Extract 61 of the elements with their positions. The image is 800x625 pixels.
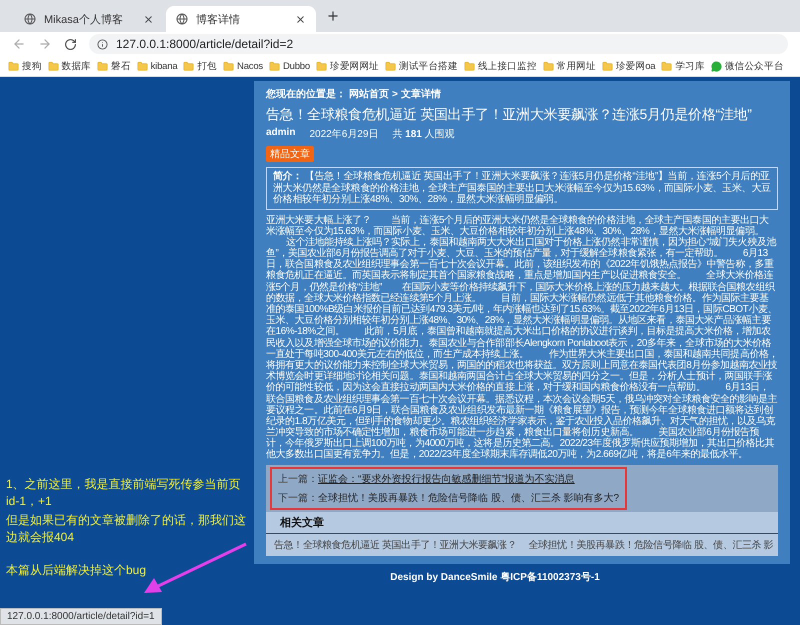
folder-icon [542, 60, 554, 72]
publish-date: 2022年6月29日 [309, 128, 378, 141]
status-bar: 127.0.0.1:8000/article/detail?id=1 [0, 608, 162, 625]
bookmark[interactable]: 学习库 [661, 60, 705, 72]
annotation-text: 本篇从后端解决掉这个bug [6, 562, 148, 579]
bookmark[interactable]: 常用网址 [542, 60, 596, 72]
article-summary: 简介： 【告急！全球粮食危机逼近 英国出手了！亚洲大米要飙涨？连涨5月仍是价格“洼地”】当前，连涨5个月后的亚洲大米仍然是全球粮食的价格洼地，全球主产国泰国的主要出口大米涨幅至今仅为15.63%，而国际小麦、玉米、大豆价格相较年初分别上涨48%、30%、28%，显然大米涨幅明显偏弱。 [266, 167, 778, 210]
bookmark[interactable]: 打包 [183, 60, 218, 72]
related-heading: 相关文章 [266, 512, 778, 534]
close-icon[interactable] [295, 14, 306, 24]
author-name: admin [266, 127, 296, 140]
article-link[interactable]: 证监会：“要求外资投行报告向敏感删细节”报道为不实消息 [318, 472, 575, 486]
bookmark[interactable]: 磐石 [97, 60, 131, 72]
breadcrumb-separator: > [392, 88, 398, 100]
nav-label: 上一篇： [278, 472, 318, 486]
bookmark[interactable]: Dubbo [268, 60, 310, 72]
info-icon [97, 38, 108, 50]
bookmark[interactable]: 线上接口监控 [464, 60, 537, 72]
related-link[interactable]: 全球担忧！美股再暴跌！危险信号降临 股、债、汇三杀 影 [528, 538, 774, 552]
globe-icon [24, 13, 36, 25]
folder-icon [661, 60, 672, 72]
bookmark[interactable]: 珍爱网oa [602, 60, 656, 72]
bookmark[interactable]: kibana [136, 60, 178, 72]
article-tag: 精品文章 [266, 146, 314, 162]
globe-icon [176, 13, 188, 25]
folder-icon [602, 60, 613, 72]
breadcrumb-link[interactable]: 文章详情 [400, 87, 441, 101]
view-count: 共 181 人围观 [392, 128, 455, 141]
folder-icon [464, 60, 475, 72]
article-link[interactable]: 全球担忧！美股再暴跌！危险信号降临 股、债、汇三杀 影响有多大? [318, 490, 620, 505]
folder-icon [97, 60, 108, 72]
bookmark[interactable]: 微信公众平台 [710, 60, 784, 72]
bookmark[interactable]: 搜狗 [8, 60, 42, 72]
folder-icon [223, 60, 234, 72]
article-body: 亚洲大米要大幅上涨了？ 当前，连涨5个月后的亚洲大米仍然是全球粮食的价格洼地，全球主产国泰国的主要出口大米涨幅至今仅为15.63%，而国际小麦、玉米、大豆价格相较年初分别上涨48%、30%、28%，显然大米涨幅明显偏弱。 这个洼地能持续上涨吗？实际上，泰国和越南两大大米出口国对于价格上涨仍然非常谨慎，因为担心“城门失火殃及池鱼”，美国农业部6月份报告调高了对于小麦、大豆、玉米的预估产量，对于缓解全球粮食紧张，有一定帮助。 6月13日，联合国粮食及农业组织理事会第一百七十次会议开幕。此前，该组织发布的《2022年饥饿热点报告》中警告称，多重粮食危机正在逼近。而英国表示将制定其首个国家粮食战略，重点是增加国内生产以促进粮食安全。 全球大米价格连涨5个月，仍然是价格“洼地” 在国际小麦等价格持续飙升下，国际大米价格上涨的压力越来越大。根据联合国粮农组织的数据，全球大米价格指数已经连续第5个月上涨。 目前，国际大米涨幅仍然远低于其他粮食价格。作为国际主要基准的泰国100%B级白米报价目前已达到479.3美元/吨，年内涨幅也达到了15.63%。截至2022年6月13日，国际CBOT小麦、玉米、大豆价格分别相较年初分别上涨48%、30%、28%，显然大米涨幅明显偏弱。从地区来看，泰国大米产品涨幅主要在16%-18%之间。 此前，5月底，泰国曾和越南就提高大米出口价格的协议进行谈判，目标是提高大米价格，增加农民收入以及增强全球市场的议价能力。泰国农业与合作部部长Alengkorn Ponlaboot表示，20多年来，全球市场的大米价格一直处于每吨300-400美元左右的低位，而生产成本持续上涨。 作为世界大米主要出口国，泰国和越南共同提高价格，将拥有更大的议价能力来控制全球大米贸易，两国的的稻农也将获益。双方原则上同意在泰国代表团8月份参加越南农业技术博览会时更详细地讨论相关问题。泰国和越南两国合计占全球大米贸易的四分之一。但是，分析人士预计，两国联手涨价的可能性较低，因为这会直接拉动两国内大米价格的直接上涨，对于缓和国内粮食价格没有一点帮助。 6月13日，联合国粮食及农业组织理事会第一百七十次会议开幕。据悉议程，本次会议会期5天，俄乌冲突对全球粮食安全的影响是主要议程之一。此前在6月9日，联合国粮食及农业组织发布最新一期《粮食展望》报告，预测今年全球粮食进口额将达到创纪录的1.8万亿美元，但到手的食物却更少。粮农组织经济学家表示，鉴于农业投入品价格飙升、对天气的担忧，以及乌克兰冲突导致的市场不确定性增加，粮食市场可能进一步趋紧，粮食出口量将创历史新高。 美国农业部6月份报告预计，今年俄罗斯出口上调100万吨，为4000万吨，这将是历史第二高。2022/23年度俄罗斯供应预期增加，其出口价格比其他大多数出口国更有竞争力。但是，2022/23年度全球期末库存调低20万吨，为2.669亿吨，将是6年来的最低水平。 [266, 214, 778, 461]
related-link[interactable]: 告急！全球粮食危机逼近 英国出手了！亚洲大米要飙涨？ [274, 538, 516, 552]
plus-icon [326, 9, 340, 23]
browser-tab[interactable]: 博客详情 [166, 6, 316, 32]
bookmark[interactable]: 数据库 [48, 60, 92, 72]
annotation-text: 1、之前这里，我是直接前端写死传参当前页id-1，+1 [6, 476, 242, 510]
nav-label: 下一篇： [278, 492, 318, 505]
folder-icon [384, 60, 396, 72]
breadcrumb-link[interactable]: 网站首页 [349, 87, 389, 101]
chat-icon [710, 60, 722, 72]
close-icon[interactable] [143, 14, 154, 24]
breadcrumb-label: 您现在的位置是： [266, 88, 346, 101]
bookmark[interactable]: 珍爱网网址 [316, 60, 379, 72]
folder-icon [316, 60, 327, 72]
bookmark[interactable]: Nacos [223, 60, 263, 72]
reload-icon[interactable] [64, 38, 77, 50]
folder-icon [48, 60, 59, 72]
folder-icon [183, 60, 194, 72]
folder-icon [136, 60, 148, 72]
annotation-text: 但是如果已有的文章被删除了的话，那我们这边就会报404 [6, 512, 247, 546]
address-field[interactable]: 127.0.0.1:8000/article/detail?id=2 [89, 34, 788, 54]
bookmark[interactable]: 测试平台搭建 [384, 60, 458, 72]
footer-text: Design by DanceSmile 粤ICP备11002373号-1 [390, 570, 600, 584]
folder-icon [268, 60, 280, 72]
article-title: 告急！全球粮食危机逼近 英国出手了！亚洲大米要飙涨？连涨5月仍是价格“洼地” [266, 106, 753, 124]
browser-tab[interactable]: Mikasa个人博客 [14, 6, 164, 32]
folder-icon [8, 60, 19, 72]
